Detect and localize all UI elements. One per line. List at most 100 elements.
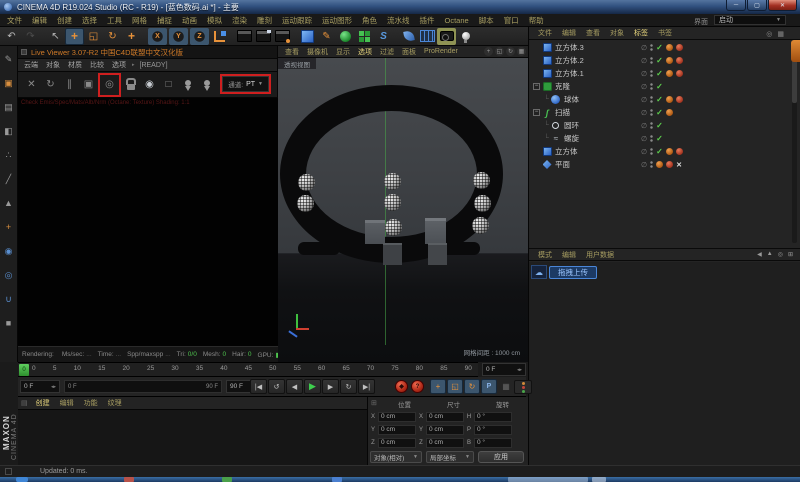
material-tag[interactable] xyxy=(666,57,673,64)
om-menu-0[interactable]: 文件 xyxy=(533,28,557,38)
main-menu-14[interactable]: 流水线 xyxy=(382,15,415,26)
expand-toggle[interactable]: − xyxy=(533,109,540,116)
render-region-icon[interactable]: □ xyxy=(159,75,178,95)
record-keyframe-icon[interactable]: ◆ xyxy=(395,380,408,393)
material-tag[interactable] xyxy=(666,161,673,168)
size-mode-select[interactable]: 局部坐标 ▼ xyxy=(426,451,474,463)
forward-mode-icon[interactable]: ↻ xyxy=(340,379,357,394)
object-tags[interactable]: ∅✓ xyxy=(641,67,683,80)
mats-menu-2[interactable]: 功能 xyxy=(79,398,103,408)
main-menu-7[interactable]: 动画 xyxy=(177,15,202,26)
visibility-dots-icon[interactable] xyxy=(650,160,653,169)
magnet-icon[interactable]: ∪ xyxy=(2,292,16,306)
lv-menu-1[interactable]: 对象 xyxy=(42,60,64,70)
keyframe-selection-button[interactable] xyxy=(514,380,532,394)
next-frame-icon[interactable]: ▶ xyxy=(322,379,339,394)
lock-x-axis-icon[interactable]: X xyxy=(148,28,167,45)
pan-view-icon[interactable]: + xyxy=(484,47,493,56)
om-menu-5[interactable]: 书签 xyxy=(653,28,677,38)
main-menu-3[interactable]: 选择 xyxy=(77,15,102,26)
taskbar-icon[interactable] xyxy=(332,477,342,482)
live-viewer-render-area[interactable]: Check Emis/Spec/Mats/Alb/Nrm (Octane: Te… xyxy=(18,98,278,346)
lock-z-axis-icon[interactable]: Z xyxy=(190,28,209,45)
object-row[interactable]: └圆环∅✓ xyxy=(529,119,791,132)
play-icon[interactable]: ▶ xyxy=(304,379,321,394)
undo-icon[interactable]: ↶ xyxy=(2,28,21,45)
object-tags[interactable]: ∅✓ xyxy=(641,41,683,54)
frame-range-slider[interactable]: 0 F 90 F xyxy=(64,380,222,393)
focus-picker-icon[interactable]: ◎ xyxy=(100,75,119,95)
enabled-check-icon[interactable]: ✓ xyxy=(656,95,663,104)
light-icon[interactable] xyxy=(456,28,475,45)
coordinate-field[interactable]: 0 ° xyxy=(474,412,512,422)
vp-menu-6[interactable]: ProRender xyxy=(420,48,462,55)
coordinate-field[interactable]: 0 cm xyxy=(426,412,464,422)
previous-frame-icon[interactable]: ◀ xyxy=(286,379,303,394)
main-menu-13[interactable]: 角色 xyxy=(357,15,382,26)
coordinate-field[interactable]: 0 ° xyxy=(474,438,512,448)
camera-icon[interactable] xyxy=(437,28,456,45)
visibility-dots-icon[interactable] xyxy=(650,95,653,104)
main-menu-17[interactable]: 脚本 xyxy=(474,15,499,26)
material-tag[interactable] xyxy=(676,57,683,64)
material-tag[interactable] xyxy=(666,148,673,155)
kernel-icon[interactable]: ✕ xyxy=(22,75,41,95)
om-menu-4[interactable]: 标签 xyxy=(629,28,653,38)
mograph-icon[interactable] xyxy=(355,28,374,45)
main-menu-11[interactable]: 运动跟踪 xyxy=(277,15,317,26)
spinner-icon[interactable]: ◂▸ xyxy=(517,367,522,373)
apply-button[interactable]: 应用 xyxy=(478,451,524,463)
subdivision-surface-icon[interactable] xyxy=(336,28,355,45)
goto-end-icon[interactable]: ▶| xyxy=(358,379,375,394)
object-row[interactable]: −ʃ扫描∅✓ xyxy=(529,106,791,119)
polygons-mode-icon[interactable]: ▲ xyxy=(2,196,16,210)
enabled-check-icon[interactable]: ✓ xyxy=(656,108,663,117)
object-row[interactable]: 平面∅✕ xyxy=(529,158,791,171)
coordinate-field[interactable]: 0 cm xyxy=(426,438,464,448)
goto-start-icon[interactable]: |◀ xyxy=(250,379,267,394)
pick-object-icon[interactable] xyxy=(197,75,216,95)
object-tags[interactable]: ∅✓ xyxy=(641,80,663,93)
texture-mode-icon[interactable]: ▤ xyxy=(2,100,16,114)
om-menu-1[interactable]: 编辑 xyxy=(557,28,581,38)
taskbar-icon[interactable] xyxy=(592,477,606,482)
enabled-check-icon[interactable]: ✓ xyxy=(656,147,663,156)
rotate-tool-icon[interactable]: ↻ xyxy=(103,28,122,45)
add-cube-icon[interactable] xyxy=(298,28,317,45)
visibility-dots-icon[interactable] xyxy=(650,147,653,156)
timeline-ruler[interactable]: 051015202530354045505560657075808590 0 xyxy=(18,362,478,377)
key-pla-icon[interactable]: ▦ xyxy=(498,379,514,394)
render-view-icon[interactable] xyxy=(235,28,254,45)
lv-menu-2[interactable]: 材质 xyxy=(64,60,86,70)
material-tag[interactable] xyxy=(676,70,683,77)
compositing-tag-icon[interactable]: ✕ xyxy=(676,161,682,169)
mats-menu-1[interactable]: 编辑 xyxy=(55,398,79,408)
attr-menu-1[interactable]: 编辑 xyxy=(557,250,581,260)
points-mode-icon[interactable]: ∴ xyxy=(2,148,16,162)
render-settings-icon[interactable] xyxy=(273,28,292,45)
key-position-icon[interactable]: + xyxy=(430,379,446,394)
lock-workplane-icon[interactable]: ■ xyxy=(2,316,16,330)
key-scale-icon[interactable]: ◱ xyxy=(447,379,463,394)
material-ball-icon[interactable]: ◉ xyxy=(140,75,159,95)
vp-menu-2[interactable]: 显示 xyxy=(332,47,354,57)
reset-icon[interactable]: ▣ xyxy=(79,75,98,95)
coordinate-field[interactable]: 0 cm xyxy=(378,425,416,435)
main-menu-10[interactable]: 雕刻 xyxy=(252,15,277,26)
restart-render-icon[interactable]: ↻ xyxy=(41,75,60,95)
om-search-icon[interactable]: ◎ xyxy=(766,30,772,38)
maximize-button[interactable]: ▢ xyxy=(747,0,767,11)
rotate-view-icon[interactable]: ↻ xyxy=(506,47,515,56)
attr-lock-icon[interactable]: ⊞ xyxy=(788,251,793,258)
attr-menu-0[interactable]: 模式 xyxy=(533,250,557,260)
docked-panel-tab[interactable] xyxy=(791,40,800,62)
om-menu-2[interactable]: 查看 xyxy=(581,28,605,38)
vp-menu-5[interactable]: 面板 xyxy=(398,47,420,57)
attr-back-icon[interactable]: ◀ xyxy=(757,251,762,258)
main-menu-9[interactable]: 渲染 xyxy=(227,15,252,26)
attr-menu-2[interactable]: 用户数据 xyxy=(581,250,619,260)
object-row[interactable]: 立方体.1∅✓ xyxy=(529,67,791,80)
material-tag[interactable] xyxy=(676,148,683,155)
timeline-playhead[interactable]: 0 xyxy=(19,364,29,376)
environment-icon[interactable] xyxy=(399,28,418,45)
